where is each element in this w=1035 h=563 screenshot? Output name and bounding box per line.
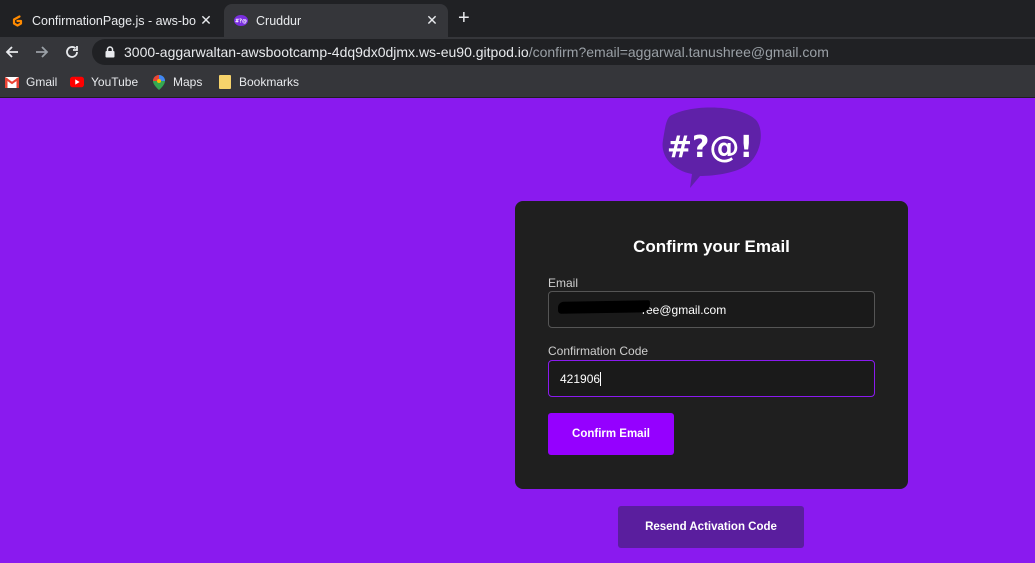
gitpod-icon <box>10 14 24 28</box>
lock-icon[interactable] <box>102 46 118 58</box>
resend-activation-code-button[interactable]: Resend Activation Code <box>618 506 804 548</box>
bookmark-label: Gmail <box>26 75 58 89</box>
svg-text:#?@: #?@ <box>235 18 247 24</box>
confirm-email-button[interactable]: Confirm Email <box>548 413 674 455</box>
bookmark-folder[interactable]: Bookmarks <box>218 74 299 90</box>
email-field[interactable]: ree@gmail.com <box>548 291 875 328</box>
tab-title: Cruddur <box>256 13 302 28</box>
tab-bar: ConfirmationPage.js - aws-bootc ✕ #?@ Cr… <box>0 0 1035 37</box>
address-bar[interactable]: 3000-aggarwaltan-awsbootcamp-4dq9dx0djmx… <box>92 39 1035 65</box>
reload-button[interactable] <box>61 41 83 63</box>
cruddur-icon: #?@ <box>234 14 248 28</box>
bookmarks-bar: Gmail YouTube Maps Bookmarks <box>0 67 1035 98</box>
folder-icon <box>218 75 232 89</box>
forward-button[interactable] <box>31 41 53 63</box>
bookmark-maps[interactable]: Maps <box>152 74 202 90</box>
back-button[interactable] <box>1 41 23 63</box>
bookmark-youtube[interactable]: YouTube <box>70 74 138 90</box>
bookmark-label: YouTube <box>91 75 139 89</box>
cruddur-logo: #?@! <box>660 106 762 190</box>
text-caret <box>600 371 602 386</box>
page-title: Confirm your Email <box>633 237 790 256</box>
back-arrow-icon <box>5 46 18 58</box>
bookmark-label: Maps <box>173 75 203 89</box>
new-tab-button[interactable]: + <box>458 8 470 28</box>
forward-arrow-icon <box>36 46 49 58</box>
gmail-icon <box>5 75 19 89</box>
navigation-bar: 3000-aggarwaltan-awsbootcamp-4dq9dx0djmx… <box>0 37 1035 67</box>
maps-icon <box>152 74 166 90</box>
confirmation-code-field[interactable]: 421906 <box>548 360 875 397</box>
tab-cruddur[interactable]: #?@ Cruddur ✕ <box>224 4 448 37</box>
youtube-icon <box>70 75 84 89</box>
close-tab-icon[interactable]: ✕ <box>196 12 216 29</box>
bookmark-label: Bookmarks <box>239 75 300 89</box>
logo-text: #?@! <box>667 130 753 165</box>
bookmark-gmail[interactable]: Gmail <box>5 74 57 90</box>
reload-icon <box>66 46 78 58</box>
confirm-email-card: Confirm your Email Email ree@gmail.com C… <box>515 201 908 489</box>
redaction-mark <box>557 300 651 314</box>
url-host: 3000-aggarwaltan-awsbootcamp-4dq9dx0djmx… <box>124 44 529 60</box>
tab-confirmation-page[interactable]: ConfirmationPage.js - aws-bootc ✕ <box>0 4 222 37</box>
confirmation-code-value: 421906 <box>560 371 601 386</box>
email-label: Email <box>548 276 579 290</box>
tab-title: ConfirmationPage.js - aws-bootc <box>32 13 196 28</box>
confirmation-code-label: Confirmation Code <box>548 344 649 358</box>
email-value: ree@gmail.com <box>642 302 727 317</box>
close-tab-icon[interactable]: ✕ <box>422 12 442 29</box>
url-path: /confirm?email=aggarwal.tanushree@gmail.… <box>528 44 829 60</box>
